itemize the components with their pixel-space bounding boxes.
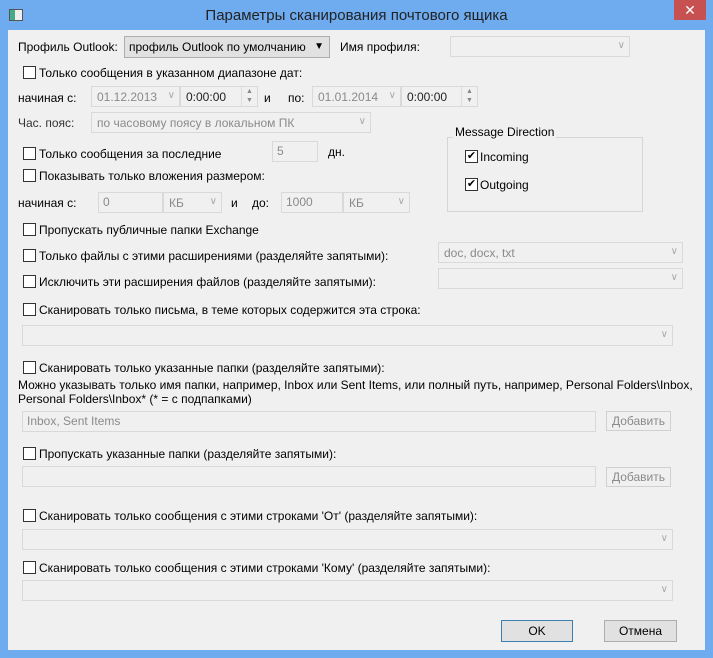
exclude-ext-label: Исключить эти расширения файлов (разделя…	[39, 275, 377, 289]
size-from-input[interactable]: 0	[98, 192, 163, 213]
folders-checkbox[interactable]	[23, 361, 36, 374]
skip-public-label: Пропускать публичные папки Exchange	[39, 223, 259, 237]
days-unit: дн.	[328, 145, 345, 159]
to-date-label: по:	[288, 91, 305, 105]
spinner-icon[interactable]: ▲ ▼	[241, 87, 257, 106]
chevron-down-icon: ∨	[660, 329, 668, 340]
profile-name-combo[interactable]: ∨	[450, 36, 630, 57]
chevron-down-icon: ∨	[660, 584, 668, 595]
chevron-down-icon: ∨	[209, 196, 217, 207]
from-date-value: 01.12.2013	[97, 90, 158, 104]
to-combo[interactable]: ∨	[22, 580, 673, 601]
from-time-value: 0:00:00	[186, 90, 227, 104]
subject-label: Сканировать только письма, в теме которы…	[39, 303, 421, 317]
outgoing-label: Outgoing	[480, 178, 529, 192]
exclude-ext-checkbox[interactable]	[23, 275, 36, 288]
skip-folders-add-button[interactable]: Добавить	[606, 467, 671, 487]
from-time-field[interactable]: 0:00:00 ▲ ▼	[180, 86, 258, 107]
subject-checkbox[interactable]	[23, 303, 36, 316]
profile-label: Профиль Outlook:	[18, 40, 118, 54]
timezone-combo[interactable]: по часовому поясу в локальном ПК ∨	[91, 112, 371, 133]
skip-folders-checkbox[interactable]	[23, 447, 36, 460]
to-checkbox[interactable]	[23, 561, 36, 574]
only-ext-value: doc, docx, txt	[444, 246, 515, 260]
chevron-down-icon: ∨	[670, 272, 678, 283]
to-date-value: 01.01.2014	[318, 90, 379, 104]
to-time-field[interactable]: 0:00:00 ▲ ▼	[401, 86, 478, 107]
incoming-checkbox[interactable]: ✔	[465, 150, 478, 163]
chevron-down-icon: ∨	[358, 116, 366, 127]
size-to-unit[interactable]: КБ ∨	[343, 192, 410, 213]
only-ext-checkbox[interactable]	[23, 249, 36, 262]
last-days-label: Только сообщения за последние	[39, 147, 222, 161]
profile-name-label: Имя профиля:	[340, 40, 420, 54]
size-to-unit-value: КБ	[349, 196, 364, 210]
from-checkbox[interactable]	[23, 509, 36, 522]
folders-add-button[interactable]: Добавить	[606, 411, 671, 431]
to-date-picker[interactable]: 01.01.2014 ∨	[312, 86, 401, 107]
message-direction-group	[447, 137, 643, 212]
timezone-value: по часовому поясу в локальном ПК	[97, 116, 295, 130]
size-and-label: и	[231, 196, 238, 210]
only-ext-label: Только файлы с этими расширениями (разде…	[39, 249, 389, 263]
last-days-checkbox[interactable]	[23, 147, 36, 160]
chevron-down-icon: ∨	[617, 40, 625, 51]
exclude-ext-combo[interactable]: ∨	[438, 268, 683, 289]
cancel-button[interactable]: Отмена	[604, 620, 677, 642]
size-from-label: начиная с:	[18, 196, 77, 210]
chevron-down-icon: ∨	[660, 533, 668, 544]
folders-help-line1: Можно указывать только имя папки, наприм…	[18, 378, 693, 392]
from-label: Сканировать только сообщения с этими стр…	[39, 509, 478, 523]
folders-help-line2: Personal Folders\Inbox* (* = с подпапкам…	[18, 392, 252, 406]
date-range-checkbox[interactable]	[23, 66, 36, 79]
ok-button[interactable]: OK	[501, 620, 573, 642]
close-button[interactable]: ✕	[674, 0, 706, 20]
spinner-icon[interactable]: ▲ ▼	[461, 87, 477, 106]
attachments-label: Показывать только вложения размером:	[39, 169, 265, 183]
folders-label: Сканировать только указанные папки (разд…	[39, 361, 385, 375]
subject-combo[interactable]: ∨	[22, 325, 673, 346]
and-label: и	[264, 91, 271, 105]
profile-value: профиль Outlook по умолчанию	[129, 40, 306, 54]
outgoing-checkbox[interactable]: ✔	[465, 178, 478, 191]
chevron-down-icon: ▼	[314, 41, 324, 52]
to-label: Сканировать только сообщения с этими стр…	[39, 561, 491, 575]
timezone-label: Час. пояс:	[18, 116, 75, 130]
from-combo[interactable]: ∨	[22, 529, 673, 550]
skip-folders-label: Пропускать указанные папки (разделяйте з…	[39, 447, 337, 461]
incoming-label: Incoming	[480, 150, 529, 164]
to-time-value: 0:00:00	[407, 90, 448, 104]
size-to-input[interactable]: 1000	[281, 192, 343, 213]
chevron-down-icon: ∨	[670, 246, 678, 257]
window-title: Параметры сканирования почтового ящика	[205, 7, 508, 24]
profile-select[interactable]: профиль Outlook по умолчанию ▼	[124, 36, 330, 58]
date-range-label: Только сообщения в указанном диапазоне д…	[39, 66, 303, 80]
size-from-unit-value: КБ	[169, 196, 184, 210]
chevron-down-icon: ∨	[167, 90, 175, 101]
chevron-down-icon: ∨	[388, 90, 396, 101]
from-date-label: начиная с:	[18, 91, 77, 105]
folders-input[interactable]: Inbox, Sent Items	[22, 411, 596, 432]
last-days-input[interactable]: 5	[272, 141, 318, 162]
from-date-picker[interactable]: 01.12.2013 ∨	[91, 86, 180, 107]
attachments-checkbox[interactable]	[23, 169, 36, 182]
chevron-down-icon: ∨	[397, 196, 405, 207]
skip-public-checkbox[interactable]	[23, 223, 36, 236]
size-to-label: до:	[252, 196, 270, 210]
size-from-unit[interactable]: КБ ∨	[163, 192, 222, 213]
only-ext-combo[interactable]: doc, docx, txt ∨	[438, 242, 683, 263]
skip-folders-input[interactable]	[22, 466, 596, 487]
message-direction-title: Message Direction	[453, 125, 557, 139]
